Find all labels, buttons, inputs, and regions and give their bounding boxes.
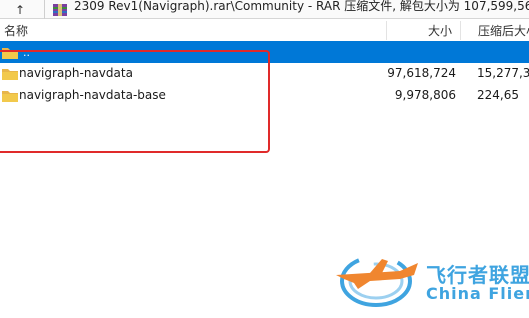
column-header-name[interactable]: 名称 [4, 21, 28, 40]
arrow-up-icon: ↑ [14, 2, 26, 17]
list-item-packed-size: 15,277,35 [477, 66, 529, 80]
column-header-row: 名称 大小 压缩后大小 [0, 21, 529, 40]
up-one-level-button[interactable]: ↑ [0, 0, 40, 19]
list-item-navigraph-navdata-base[interactable]: navigraph-navdata-base 9,978,806 224,65 [0, 84, 529, 106]
list-item-packed-size [460, 41, 529, 63]
watermark-english-text: China Flier [426, 284, 529, 303]
folder-icon [2, 90, 18, 102]
china-flier-watermark: 飞行者联盟 China Flier [330, 249, 529, 309]
list-item-name: .. [23, 45, 30, 59]
rar-archive-icon [53, 3, 67, 16]
archive-path-text: 2309 Rev1(Navigraph).rar\Community - RAR… [74, 0, 529, 13]
list-item-size [386, 41, 456, 63]
list-item-name-cell: navigraph-navdata-base [2, 84, 166, 106]
path-separator [44, 0, 45, 19]
folder-icon [2, 47, 18, 59]
column-header-packed-size[interactable]: 压缩后大小 [460, 21, 529, 40]
airplane-logo-icon [336, 255, 418, 307]
list-item-name: navigraph-navdata [19, 66, 133, 80]
column-header-size[interactable]: 大小 [386, 21, 456, 40]
list-item-navigraph-navdata[interactable]: navigraph-navdata 97,618,724 15,277,35 [0, 62, 529, 84]
list-item-name-cell: navigraph-navdata [2, 62, 133, 84]
archive-path-bar: ↑ 2309 Rev1(Navigraph).rar\Community - R… [0, 0, 529, 19]
list-item-size: 9,978,806 [394, 88, 456, 102]
list-item-name-cell: .. [2, 41, 30, 63]
folder-icon [2, 68, 18, 80]
list-item-size: 97,618,724 [387, 66, 456, 80]
list-item-name: navigraph-navdata-base [19, 88, 166, 102]
list-item-parent-folder[interactable]: .. [0, 41, 529, 63]
list-item-packed-size: 224,65 [477, 88, 519, 102]
archive-path-field[interactable]: 2309 Rev1(Navigraph).rar\Community - RAR… [48, 0, 529, 19]
